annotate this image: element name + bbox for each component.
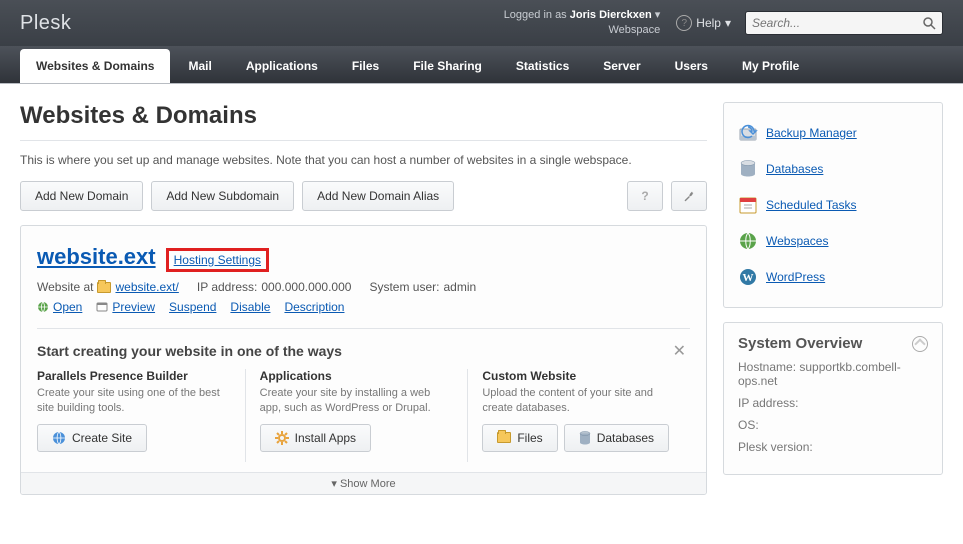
ip-row: IP address: bbox=[738, 396, 928, 410]
hosting-settings-link[interactable]: Hosting Settings bbox=[166, 248, 269, 272]
tab-websites-domains[interactable]: Websites & Domains bbox=[20, 49, 170, 83]
close-icon[interactable]: ✕ bbox=[673, 341, 686, 361]
sidebar-link[interactable]: Webspaces bbox=[766, 234, 828, 248]
backup-icon bbox=[738, 123, 758, 143]
sidebar-item-databases[interactable]: Databases bbox=[738, 151, 928, 187]
domain-card: website.ext Hosting Settings Website at … bbox=[20, 225, 707, 495]
chevron-down-icon: ▾ bbox=[725, 16, 731, 30]
settings-button[interactable] bbox=[671, 181, 707, 211]
presence-desc: Create your site using one of the best s… bbox=[37, 386, 231, 416]
sidebar-link[interactable]: Scheduled Tasks bbox=[766, 198, 857, 212]
search-box[interactable] bbox=[745, 11, 943, 35]
page-title: Websites & Domains bbox=[20, 102, 707, 130]
add-alias-button[interactable]: Add New Domain Alias bbox=[302, 181, 454, 211]
search-icon[interactable] bbox=[923, 17, 936, 30]
login-info: Logged in as Joris Dierckxen ▾ Webspace bbox=[504, 8, 661, 38]
preview-icon bbox=[96, 301, 108, 313]
sysuser-label: System user: bbox=[369, 280, 439, 294]
main-nav: Websites & Domains Mail Applications Fil… bbox=[0, 46, 963, 84]
custom-desc: Upload the content of your site and crea… bbox=[482, 386, 676, 416]
sidebar-item-backup[interactable]: Backup Manager bbox=[738, 115, 928, 151]
tab-mail[interactable]: Mail bbox=[172, 49, 227, 83]
sidebar-item-webspaces[interactable]: Webspaces bbox=[738, 223, 928, 259]
database-icon bbox=[738, 159, 758, 179]
sidebar-item-scheduled[interactable]: Scheduled Tasks bbox=[738, 187, 928, 223]
files-button[interactable]: Files bbox=[482, 424, 557, 452]
globe-icon bbox=[37, 301, 49, 313]
sidebar-link[interactable]: WordPress bbox=[766, 270, 825, 284]
subscription-name: Webspace bbox=[504, 23, 661, 38]
ip-value: 000.000.000.000 bbox=[261, 280, 351, 294]
apps-title: Applications bbox=[260, 369, 454, 383]
suspend-link[interactable]: Suspend bbox=[169, 300, 216, 314]
description-link[interactable]: Description bbox=[284, 300, 344, 314]
login-prefix: Logged in as bbox=[504, 9, 567, 21]
open-link[interactable]: Open bbox=[37, 300, 82, 314]
plesk-version-row: Plesk version: bbox=[738, 440, 928, 454]
add-domain-button[interactable]: Add New Domain bbox=[20, 181, 143, 211]
show-more-button[interactable]: ▾ Show More bbox=[21, 472, 706, 494]
database-icon bbox=[579, 431, 591, 445]
preview-link[interactable]: Preview bbox=[96, 300, 155, 314]
start-title: Start creating your website in one of th… bbox=[37, 343, 690, 359]
collapse-icon[interactable] bbox=[912, 336, 928, 352]
folder-icon bbox=[497, 432, 511, 443]
page-intro: This is where you set up and manage webs… bbox=[20, 153, 707, 167]
tab-my-profile[interactable]: My Profile bbox=[726, 49, 815, 83]
system-overview-title: System Overview bbox=[738, 335, 928, 352]
hostname-row: Hostname: supportkb.combell-ops.net bbox=[738, 360, 928, 388]
tab-users[interactable]: Users bbox=[659, 49, 724, 83]
search-input[interactable] bbox=[752, 16, 923, 30]
databases-button[interactable]: Databases bbox=[564, 424, 669, 452]
calendar-icon bbox=[738, 195, 758, 215]
tab-statistics[interactable]: Statistics bbox=[500, 49, 585, 83]
presence-title: Parallels Presence Builder bbox=[37, 369, 231, 383]
add-subdomain-button[interactable]: Add New Subdomain bbox=[151, 181, 294, 211]
sysuser-value: admin bbox=[444, 280, 477, 294]
domain-meta: Website at website.ext/ IP address: 000.… bbox=[37, 280, 690, 294]
tab-server[interactable]: Server bbox=[587, 49, 656, 83]
custom-title: Custom Website bbox=[482, 369, 676, 383]
tab-applications[interactable]: Applications bbox=[230, 49, 334, 83]
sidebar-link[interactable]: Databases bbox=[766, 162, 823, 176]
chevron-down-icon: ▾ bbox=[655, 9, 661, 21]
help-button[interactable]: ? bbox=[627, 181, 663, 211]
help-menu[interactable]: ? Help ▾ bbox=[676, 15, 731, 31]
tab-file-sharing[interactable]: File Sharing bbox=[397, 49, 498, 83]
gear-icon bbox=[275, 431, 289, 445]
globe-icon bbox=[52, 431, 66, 445]
tab-files[interactable]: Files bbox=[336, 49, 395, 83]
create-site-button[interactable]: Create Site bbox=[37, 424, 147, 452]
folder-icon bbox=[97, 282, 111, 293]
sidebar-link[interactable]: Backup Manager bbox=[766, 126, 857, 140]
apps-desc: Create your site by installing a web app… bbox=[260, 386, 454, 416]
logo: Plesk bbox=[20, 12, 71, 35]
install-apps-button[interactable]: Install Apps bbox=[260, 424, 371, 452]
wordpress-icon: W bbox=[738, 267, 758, 287]
ip-label: IP address: bbox=[197, 280, 257, 294]
svg-text:W: W bbox=[743, 272, 754, 284]
webspace-icon bbox=[738, 231, 758, 251]
help-icon: ? bbox=[676, 15, 692, 31]
username[interactable]: Joris Dierckxen bbox=[570, 9, 652, 21]
question-icon: ? bbox=[641, 189, 648, 203]
domain-name-link[interactable]: website.ext bbox=[37, 244, 156, 270]
disable-link[interactable]: Disable bbox=[230, 300, 270, 314]
website-at-label: Website at bbox=[37, 280, 93, 294]
docroot-link[interactable]: website.ext/ bbox=[115, 280, 178, 294]
sidebar-item-wordpress[interactable]: W WordPress bbox=[738, 259, 928, 295]
help-label: Help bbox=[696, 16, 721, 30]
os-row: OS: bbox=[738, 418, 928, 432]
wrench-icon bbox=[682, 189, 696, 203]
